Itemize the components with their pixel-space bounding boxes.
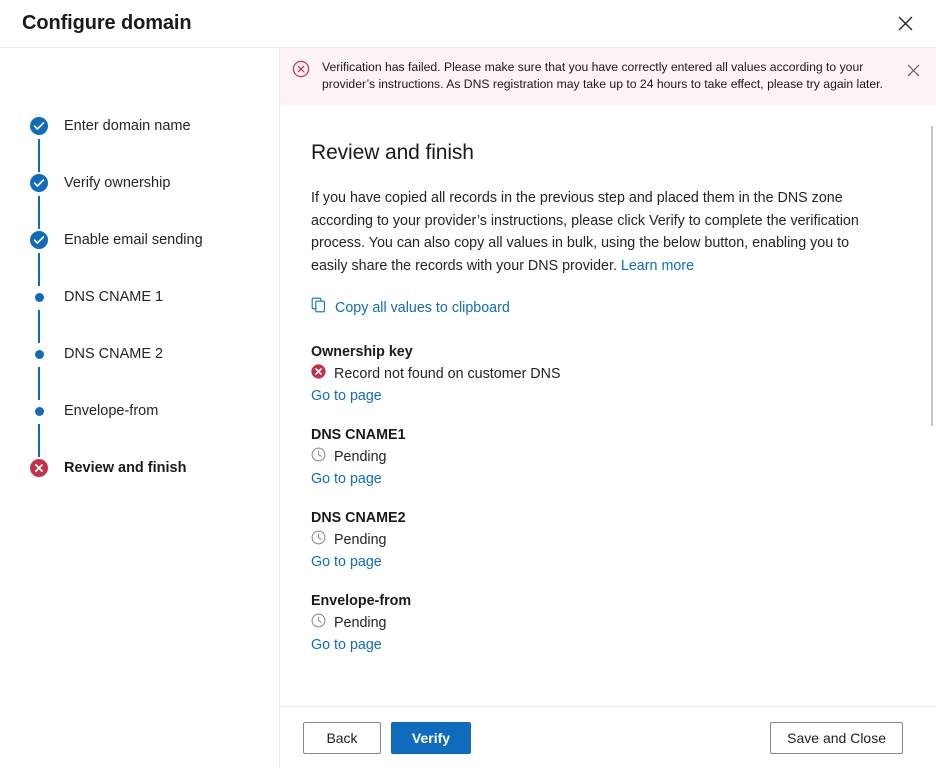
sidebar-step-label: Enable email sending bbox=[64, 230, 203, 250]
error-circle-icon bbox=[30, 459, 48, 477]
sidebar-step-enter-domain-name[interactable]: Enter domain name bbox=[0, 116, 279, 173]
go-to-page-link[interactable]: Go to page bbox=[311, 388, 382, 404]
error-circle-icon bbox=[311, 364, 327, 384]
record-status-text: Pending bbox=[334, 615, 386, 631]
copy-all-values-button[interactable]: Copy all values to clipboard bbox=[311, 297, 896, 318]
sidebar-step-envelope-from[interactable]: Envelope-from bbox=[0, 401, 279, 458]
record-title: Ownership key bbox=[311, 344, 896, 360]
step-connector bbox=[38, 196, 40, 229]
learn-more-link[interactable]: Learn more bbox=[621, 258, 694, 274]
sidebar-step-label: DNS CNAME 2 bbox=[64, 344, 163, 364]
go-to-page-link[interactable]: Go to page bbox=[311, 471, 382, 487]
status-badge: Pending bbox=[311, 447, 896, 467]
check-circle-icon bbox=[30, 117, 48, 135]
vertical-scrollbar[interactable] bbox=[932, 48, 936, 768]
close-icon bbox=[898, 16, 913, 31]
error-circle-outline-icon bbox=[292, 60, 312, 83]
save-and-close-button[interactable]: Save and Close bbox=[770, 722, 903, 754]
content-intro: If you have copied all records in the pr… bbox=[311, 187, 881, 277]
sidebar-step-label: Review and finish bbox=[64, 458, 186, 478]
go-to-page-link[interactable]: Go to page bbox=[311, 554, 382, 570]
step-connector bbox=[38, 139, 40, 172]
page-title: Configure domain bbox=[22, 12, 882, 35]
record-item-envelope-from: Envelope-from Pending Go to page bbox=[311, 593, 896, 654]
step-connector bbox=[38, 424, 40, 457]
record-title: Envelope-from bbox=[311, 593, 896, 609]
status-badge: Pending bbox=[311, 530, 896, 550]
record-title: DNS CNAME2 bbox=[311, 510, 896, 526]
sidebar-step-label: DNS CNAME 1 bbox=[64, 287, 163, 307]
sidebar-step-review-and-finish[interactable]: Review and finish bbox=[0, 458, 279, 515]
dot-icon bbox=[30, 288, 48, 306]
close-icon bbox=[907, 64, 920, 80]
content-heading: Review and finish bbox=[311, 141, 896, 165]
clock-icon bbox=[311, 530, 327, 550]
copy-all-values-label: Copy all values to clipboard bbox=[335, 300, 510, 316]
record-status-text: Pending bbox=[334, 449, 386, 465]
status-badge: Pending bbox=[311, 613, 896, 633]
verify-button[interactable]: Verify bbox=[391, 722, 471, 754]
back-button[interactable]: Back bbox=[303, 722, 381, 754]
step-connector bbox=[38, 310, 40, 343]
copy-icon bbox=[311, 297, 327, 318]
dialog-titlebar: Configure domain bbox=[0, 0, 936, 48]
sidebar-step-dns-cname-2[interactable]: DNS CNAME 2 bbox=[0, 344, 279, 401]
main-pane: Verification has failed. Please make sur… bbox=[280, 48, 936, 768]
sidebar-step-verify-ownership[interactable]: Verify ownership bbox=[0, 173, 279, 230]
step-connector bbox=[38, 253, 40, 286]
record-item-ownership-key: Ownership key Record not found on custom… bbox=[311, 344, 896, 405]
go-to-page-link[interactable]: Go to page bbox=[311, 637, 382, 653]
sidebar-step-label: Enter domain name bbox=[64, 116, 191, 136]
error-banner: Verification has failed. Please make sur… bbox=[280, 48, 936, 105]
record-status-text: Record not found on customer DNS bbox=[334, 366, 560, 382]
record-title: DNS CNAME1 bbox=[311, 427, 896, 443]
clock-icon bbox=[311, 613, 327, 633]
dialog-body: Enter domain name Verify ownership bbox=[0, 48, 936, 768]
record-item-dns-cname2: DNS CNAME2 Pending Go to page bbox=[311, 510, 896, 571]
status-badge: Record not found on customer DNS bbox=[311, 364, 896, 384]
error-banner-message: Verification has failed. Please make sur… bbox=[312, 58, 898, 93]
footer-left-actions: Back Verify bbox=[303, 722, 471, 754]
dot-icon bbox=[30, 345, 48, 363]
error-banner-close-button[interactable] bbox=[898, 59, 928, 85]
review-and-finish-content: Review and finish If you have copied all… bbox=[280, 105, 936, 706]
intro-text: If you have copied all records in the pr… bbox=[311, 190, 859, 274]
clock-icon bbox=[311, 447, 327, 467]
scrollbar-thumb[interactable] bbox=[931, 126, 933, 426]
dialog-close-button[interactable] bbox=[882, 4, 928, 44]
sidebar-step-label: Envelope-from bbox=[64, 401, 158, 421]
wizard-steps: Enter domain name Verify ownership bbox=[0, 48, 280, 768]
record-status-text: Pending bbox=[334, 532, 386, 548]
sidebar-step-enable-email-sending[interactable]: Enable email sending bbox=[0, 230, 279, 287]
step-connector bbox=[38, 367, 40, 400]
check-circle-icon bbox=[30, 174, 48, 192]
footer-right-actions: Save and Close bbox=[770, 722, 903, 754]
dot-icon bbox=[30, 402, 48, 420]
record-item-dns-cname1: DNS CNAME1 Pending Go to page bbox=[311, 427, 896, 488]
configure-domain-dialog: Configure domain Enter domain name bbox=[0, 0, 936, 768]
dialog-footer: Back Verify Save and Close bbox=[280, 706, 936, 768]
check-circle-icon bbox=[30, 231, 48, 249]
sidebar-step-dns-cname-1[interactable]: DNS CNAME 1 bbox=[0, 287, 279, 344]
sidebar-step-label: Verify ownership bbox=[64, 173, 170, 193]
